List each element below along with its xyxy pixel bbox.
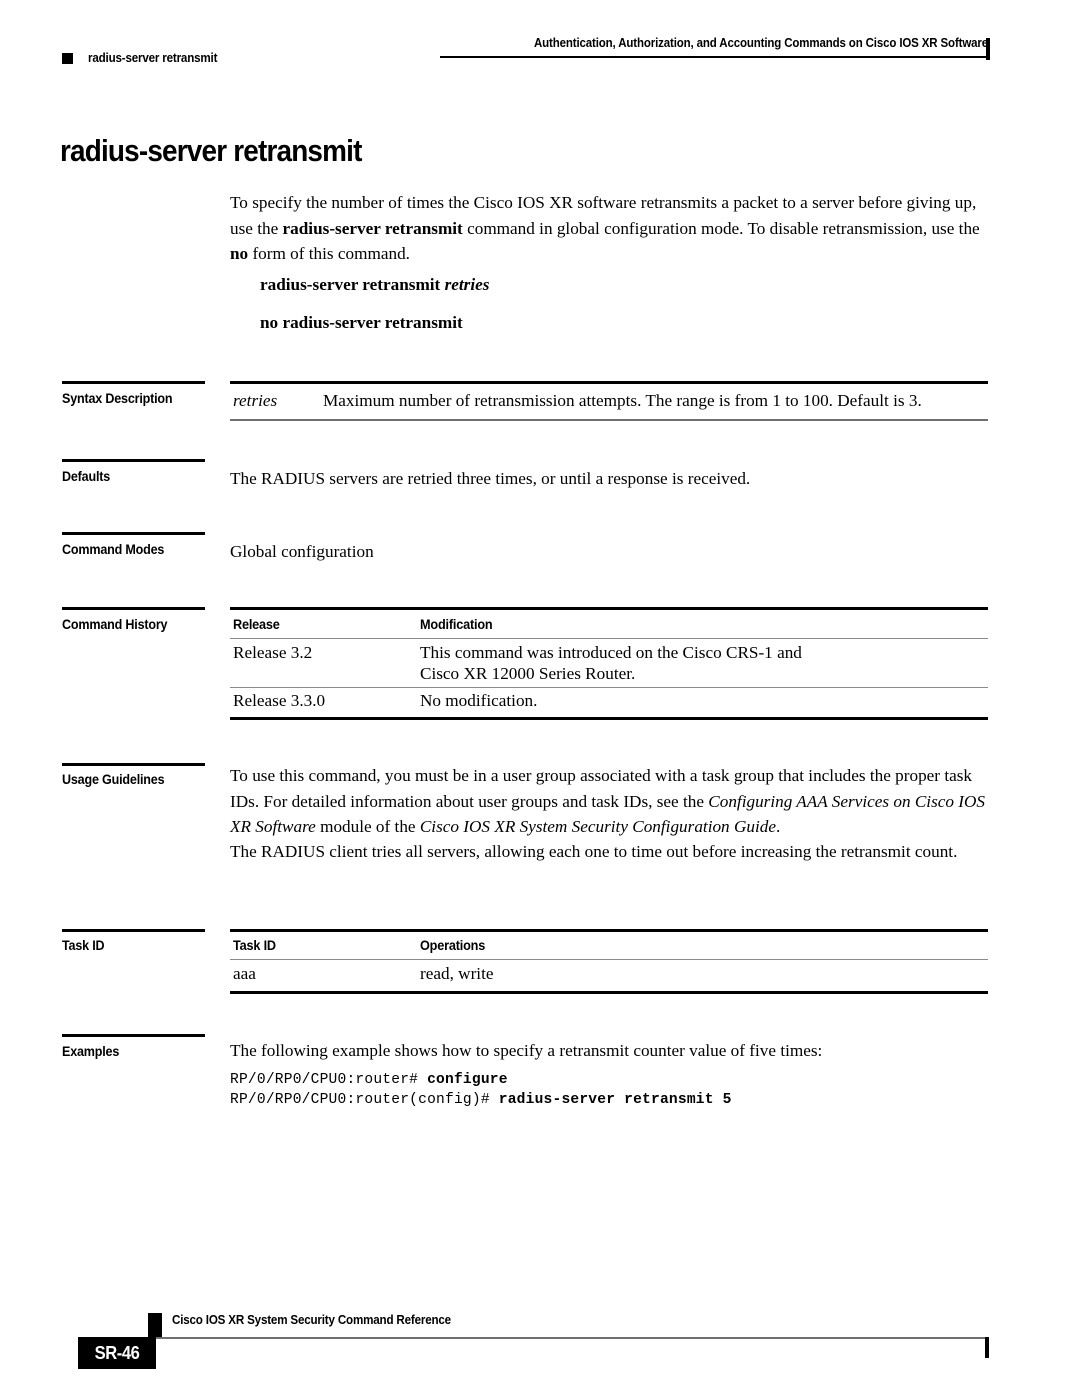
usage-text-part3: . [775,817,781,836]
usage-guidelines-label-rule [62,763,205,766]
command-syntax-line: radius-server retransmit retries [260,275,489,295]
section-label-usage-guidelines: Usage Guidelines [62,772,165,787]
task-id-label-rule [62,929,205,932]
cli-line: RP/0/RP0/CPU0:router(config)# radius-ser… [230,1092,732,1108]
syntax-description-label-rule [62,381,205,384]
defaults-text: The RADIUS servers are retried three tim… [230,469,751,488]
task-id-top-rule [230,929,988,932]
footer-bullet-icon [148,1313,162,1337]
task-id-bottom-rule [230,991,988,994]
command-history-label-rule [62,607,205,610]
usage-text-part2: module of the [315,817,420,836]
task-id-operations-0: read, write [420,964,494,983]
command-modes-text: Global configuration [230,542,374,561]
task-id-header-rule [230,959,988,961]
header-bullet-icon [62,53,73,64]
header-rule [440,56,988,58]
header-running-head: radius-server retransmit [88,51,218,65]
command-history-header-release: Release [233,617,280,632]
examples-intro-text: The following example shows how to speci… [230,1041,823,1060]
intro-command-bold: radius-server retransmit [282,218,463,238]
section-label-task-id: Task ID [62,938,105,953]
syntax-description-table-bottom-rule [230,419,988,421]
footer-document-title: Cisco IOS XR System Security Command Ref… [172,1313,451,1327]
intro-no-bold: no [230,244,249,263]
task-id-header-task: Task ID [233,938,276,953]
command-history-release-1: Release 3.3.0 [233,691,326,710]
command-no-form-line: no radius-server retransmit [260,313,463,332]
command-history-modification-0-line2: Cisco XR 12000 Series Router. [420,664,636,683]
usage-italic-guide: Cisco IOS XR System Security Configurati… [419,817,776,836]
command-intro-paragraph: To specify the number of times the Cisco… [230,190,988,267]
syntax-term: retries [233,391,278,410]
syntax-command: radius-server retransmit [260,275,445,294]
cli-command: radius-server retransmit 5 [498,1092,732,1108]
command-history-release-0: Release 3.2 [233,643,313,662]
page-header: radius-server retransmit Authentication,… [0,0,1080,90]
cli-prompt: RP/0/RP0/CPU0:router# [230,1072,428,1088]
usage-guidelines-paragraph-1: To use this command, you must be in a us… [230,763,988,840]
usage-guidelines-paragraph-2: The RADIUS client tries all servers, all… [230,842,958,861]
header-chapter-title: Authentication, Authorization, and Accou… [533,36,988,50]
command-history-modification-1-line1: No modification. [420,691,538,710]
intro-text-part3: form of this command. [248,244,410,263]
header-tick-mark [986,38,990,60]
task-id-value-0: aaa [233,964,256,983]
section-label-syntax-description: Syntax Description [62,391,173,406]
syntax-term-description: Maximum number of retransmission attempt… [323,391,922,410]
page-title: radius-server retransmit [60,133,362,168]
syntax-description-table-top-rule [230,381,988,384]
footer-tick-mark [985,1337,989,1358]
command-history-header-modification: Modification [420,617,493,632]
footer-rule [148,1337,988,1339]
cli-prompt: RP/0/RP0/CPU0:router(config)# [230,1092,499,1108]
cli-line: RP/0/RP0/CPU0:router# configure [230,1072,508,1088]
section-label-defaults: Defaults [62,469,111,484]
footer-page-number: SR-46 [94,1343,140,1363]
intro-text-part2: command in global configuration mode. To… [462,218,980,238]
section-label-examples: Examples [62,1044,120,1059]
syntax-argument: retries [444,275,490,294]
section-label-command-history: Command History [62,617,168,632]
cli-command: configure [427,1072,508,1088]
task-id-header-operations: Operations [420,938,486,953]
examples-label-rule [62,1034,205,1037]
section-label-command-modes: Command Modes [62,542,165,557]
command-history-bottom-rule [230,717,988,720]
command-history-top-rule [230,607,988,610]
command-modes-label-rule [62,532,205,535]
defaults-label-rule [62,459,205,462]
